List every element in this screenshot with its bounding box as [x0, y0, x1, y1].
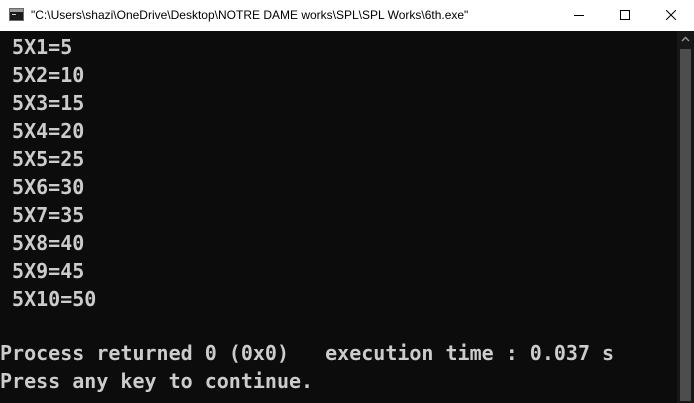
console-line: Process returned 0 (0x0) execution time … [0, 341, 615, 365]
console-line: 5X6=30 [0, 175, 85, 199]
minimize-button[interactable] [556, 0, 602, 31]
console-window: "C:\Users\shazi\OneDrive\Desktop\NOTRE D… [0, 0, 694, 403]
scroll-thumb[interactable] [680, 49, 691, 401]
console-line: 5X2=10 [0, 63, 85, 87]
console-line: 5X7=35 [0, 203, 85, 227]
close-button[interactable] [648, 0, 694, 31]
console-line: 5X5=25 [0, 147, 85, 171]
close-icon [666, 10, 676, 20]
console-line: 5X3=15 [0, 91, 85, 115]
console-app-icon[interactable] [9, 8, 24, 21]
window-title: "C:\Users\shazi\OneDrive\Desktop\NOTRE D… [31, 8, 469, 22]
title-bar[interactable]: "C:\Users\shazi\OneDrive\Desktop\NOTRE D… [0, 0, 694, 31]
maximize-button[interactable] [602, 0, 648, 31]
scroll-up-button[interactable] [677, 31, 694, 48]
vertical-scrollbar[interactable] [677, 31, 694, 403]
minimize-icon [574, 15, 584, 16]
console-line: 5X9=45 [0, 259, 85, 283]
console-output[interactable]: 5X1=5 5X2=10 5X3=15 5X4=20 5X5=25 5X6=30… [0, 31, 677, 403]
console-line: 5X4=20 [0, 119, 85, 143]
console-line: 5X1=5 [0, 35, 73, 59]
console-line: 5X10=50 [0, 287, 97, 311]
maximize-icon [620, 10, 630, 20]
console-line: 5X8=40 [0, 231, 85, 255]
console-line: Press any key to continue. [0, 369, 314, 393]
chevron-up-icon [681, 36, 690, 42]
